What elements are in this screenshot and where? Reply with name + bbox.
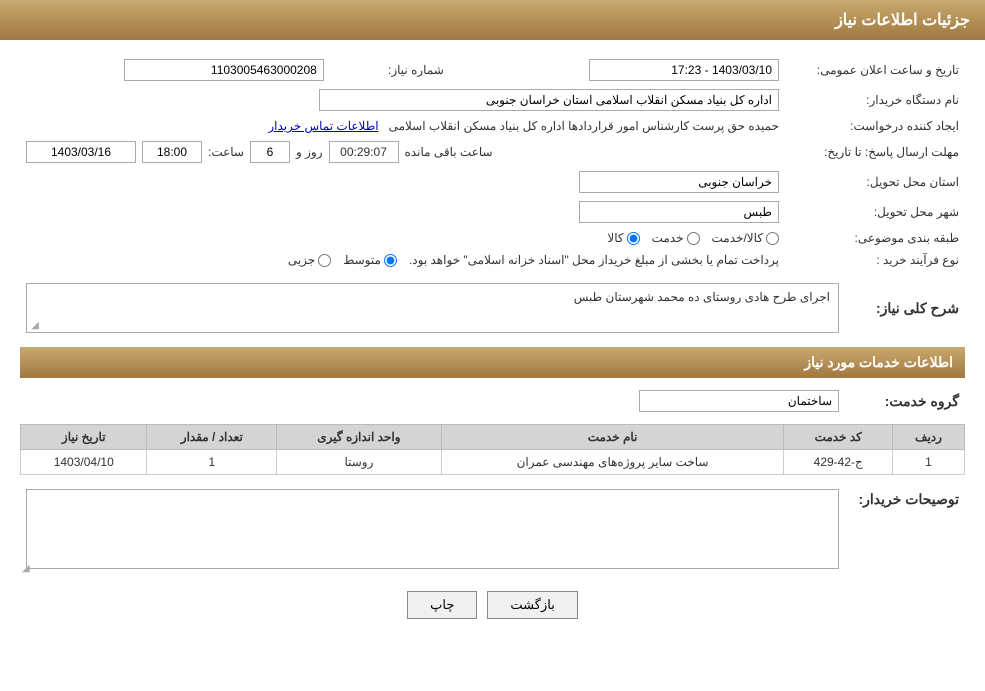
- ijad-label: ایجاد کننده درخواست:: [785, 115, 965, 137]
- tosif-table: توصیحات خریدار: ◢: [20, 485, 965, 576]
- resize-handle[interactable]: ◢: [27, 320, 39, 332]
- content-area: تاریخ و ساعت اعلان عمومی: شماره نیاز: نا…: [0, 40, 985, 649]
- header-title: جزئیات اطلاعات نیاز: [835, 12, 970, 29]
- ostan-label: استان محل تحویل:: [785, 167, 965, 197]
- mohlat-label: مهلت ارسال پاسخ: تا تاریخ:: [785, 137, 965, 167]
- tarikh-input[interactable]: [589, 59, 779, 81]
- ijad-text: حمیده حق پرست کارشناس امور قراردادها ادا…: [389, 119, 779, 133]
- nam-dastgah-label: نام دستگاه خریدار:: [785, 85, 965, 115]
- saat-mande-value: 00:29:07: [329, 141, 399, 163]
- grooh-label: گروه خدمت:: [845, 386, 965, 416]
- ijad-link[interactable]: اطلاعات تماس خریدار: [268, 119, 378, 133]
- ostan-input[interactable]: [579, 171, 779, 193]
- tabaqe-kala-khidmat[interactable]: کالا/خدمت: [712, 231, 779, 245]
- col-radif: ردیف: [892, 425, 964, 450]
- back-button[interactable]: بازگشت: [487, 591, 577, 619]
- tabaqe-kala[interactable]: کالا: [607, 231, 639, 245]
- ijad-value: حمیده حق پرست کارشناس امور قراردادها ادا…: [20, 115, 785, 137]
- nooe-motavaset[interactable]: متوسط: [343, 253, 397, 267]
- shomara-value: [20, 55, 330, 85]
- shahr-input[interactable]: [579, 201, 779, 223]
- tabaqe-options: کالا/خدمت خدمت کالا: [20, 227, 785, 249]
- grooh-input[interactable]: [639, 390, 839, 412]
- tosif-resize: ◢: [22, 563, 30, 574]
- cell-code: ج-42-429: [784, 450, 893, 475]
- col-name: نام خدمت: [441, 425, 784, 450]
- col-unit: واحد اندازه گیری: [277, 425, 441, 450]
- tabaqe-khidmat[interactable]: خدمت: [652, 231, 700, 245]
- shomara-label: شماره نیاز:: [330, 55, 450, 85]
- nam-dastgah-value: [20, 85, 785, 115]
- cell-radif: 1: [892, 450, 964, 475]
- table-row: 1 ج-42-429 ساخت سایر پروژه‌های مهندسی عم…: [21, 450, 965, 475]
- sharh-value-cell: اجرای طرح هادی روستای ده محمد شهرستان طب…: [20, 279, 845, 337]
- nam-dastgah-input[interactable]: [319, 89, 779, 111]
- shahr-label: شهر محل تحویل:: [785, 197, 965, 227]
- grooh-table: گروه خدمت:: [20, 386, 965, 416]
- print-button[interactable]: چاپ: [407, 591, 477, 619]
- col-code: کد خدمت: [784, 425, 893, 450]
- cell-count: 1: [147, 450, 277, 475]
- cell-name: ساخت سایر پروژه‌های مهندسی عمران: [441, 450, 784, 475]
- ostan-value: [20, 167, 785, 197]
- tosif-value-cell: ◢: [20, 485, 845, 576]
- sharh-section: شرح کلی نیاز: اجرای طرح هادی روستای ده م…: [20, 279, 965, 337]
- tosif-textarea[interactable]: [26, 489, 839, 569]
- col-count: تعداد / مقدار: [147, 425, 277, 450]
- saat-label: ساعت:: [208, 145, 244, 159]
- rooz-input[interactable]: [250, 141, 290, 163]
- tarikh-value: [490, 55, 785, 85]
- nooe-note: پرداخت تمام یا بخشی از مبلغ خریداز محل "…: [409, 253, 779, 267]
- saat-input[interactable]: [142, 141, 202, 163]
- cell-date: 1403/04/10: [21, 450, 147, 475]
- nooe-label: نوع فرآیند خرید :: [785, 249, 965, 271]
- sharh-box: اجرای طرح هادی روستای ده محمد شهرستان طب…: [26, 283, 839, 333]
- grooh-value-cell: [20, 386, 845, 416]
- mohlat-date-input[interactable]: [26, 141, 136, 163]
- sharh-text: اجرای طرح هادی روستای ده محمد شهرستان طب…: [574, 290, 830, 304]
- buttons-row: بازگشت چاپ: [20, 591, 965, 619]
- info-table: تاریخ و ساعت اعلان عمومی: شماره نیاز: نا…: [20, 55, 965, 271]
- rooz-label: روز و: [296, 145, 323, 159]
- shomara-input[interactable]: [124, 59, 324, 81]
- mohlat-row: ساعت باقی مانده 00:29:07 روز و ساعت:: [20, 137, 785, 167]
- saat-mande-label: ساعت باقی مانده: [405, 145, 493, 159]
- services-table: ردیف کد خدمت نام خدمت واحد اندازه گیری ت…: [20, 424, 965, 475]
- shahr-value: [20, 197, 785, 227]
- khadamat-section-title: اطلاعات خدمات مورد نیاز: [20, 347, 965, 378]
- nooe-jozii[interactable]: جزیی: [288, 253, 331, 267]
- page-header: جزئیات اطلاعات نیاز: [0, 0, 985, 40]
- tarikh-label: تاریخ و ساعت اعلان عمومی:: [785, 55, 965, 85]
- tabaqe-label: طبقه بندی موضوعی:: [785, 227, 965, 249]
- tosif-label: توصیحات خریدار:: [845, 485, 965, 576]
- cell-unit: روستا: [277, 450, 441, 475]
- col-date: تاریخ نیاز: [21, 425, 147, 450]
- nooe-row: پرداخت تمام یا بخشی از مبلغ خریداز محل "…: [20, 249, 785, 271]
- sharh-label: شرح کلی نیاز:: [845, 279, 965, 337]
- page-wrapper: جزئیات اطلاعات نیاز تاریخ و ساعت اعلان ع…: [0, 0, 985, 691]
